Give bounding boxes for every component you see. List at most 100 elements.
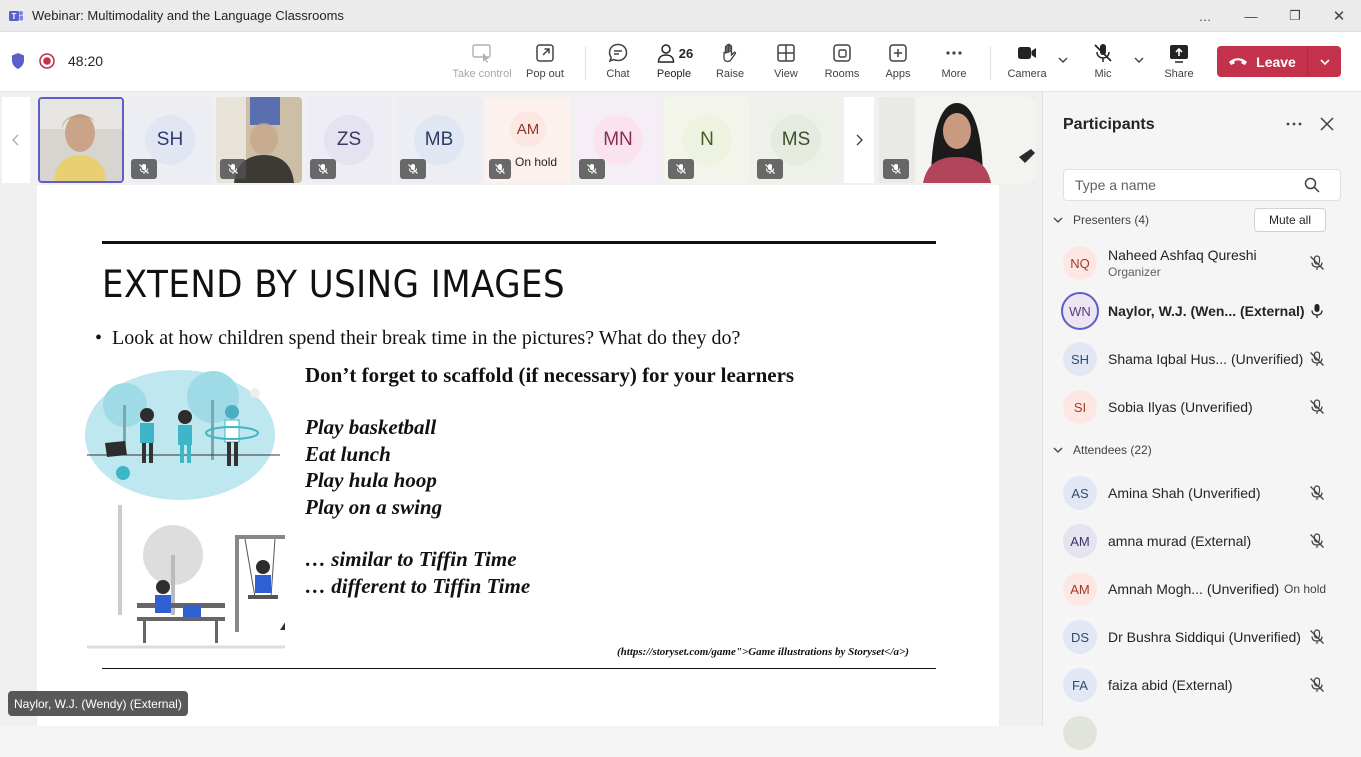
participant-row[interactable]: WN Naylor, W.J. (Wen... (External) xyxy=(1043,287,1361,335)
mic-off-icon xyxy=(1307,675,1327,695)
leave-button[interactable]: Leave xyxy=(1217,46,1341,77)
close-window-button[interactable]: ✕ xyxy=(1317,0,1361,32)
participant-tile-ms[interactable]: MS xyxy=(753,97,839,183)
leave-options-chevron-icon[interactable] xyxy=(1307,46,1341,77)
apps-label: Apps xyxy=(885,68,911,80)
children-playing-illustration xyxy=(85,370,285,649)
raise-hand-icon xyxy=(723,43,737,63)
participant-video xyxy=(40,99,122,181)
activity-list: Play basketball Eat lunch Play hula hoop… xyxy=(305,414,442,520)
people-icon xyxy=(657,44,675,63)
mute-all-button[interactable]: Mute all xyxy=(1254,208,1326,232)
participant-name: faiza abid (External) xyxy=(1108,677,1233,693)
view-button[interactable]: View xyxy=(756,42,816,88)
share-screen-icon xyxy=(1170,45,1188,63)
participant-avatar: SH xyxy=(1063,342,1097,376)
camera-label: Camera xyxy=(1007,68,1047,80)
attendees-label: Attendees (22) xyxy=(1073,443,1152,457)
slide-bullet: • Look at how children spend their break… xyxy=(95,327,741,349)
svg-text:T: T xyxy=(12,12,17,21)
chat-button[interactable]: Chat xyxy=(588,42,648,88)
raise-label: Raise xyxy=(715,68,745,80)
participant-avatar: AM xyxy=(1063,524,1097,558)
more-button[interactable]: More xyxy=(924,42,984,88)
rooms-button[interactable]: Rooms xyxy=(812,42,872,88)
slide-top-rule xyxy=(102,241,936,244)
attendees-section-toggle[interactable]: Attendees (22) xyxy=(1051,443,1152,457)
window-more-button[interactable]: … xyxy=(1183,0,1227,32)
meeting-timer: 48:20 xyxy=(68,53,104,69)
participants-panel: Participants Presenters (4) Mute all NQ … xyxy=(1042,92,1361,750)
participant-avatar: AM xyxy=(510,111,546,147)
apps-plus-icon xyxy=(889,44,907,62)
mic-off-icon xyxy=(1307,349,1327,369)
slide-title: EXTEND BY USING IMAGES xyxy=(102,263,566,306)
participant-row[interactable]: AM Amnah Mogh... (Unverified) On hold xyxy=(1043,565,1361,613)
participant-row[interactable]: SI Sobia Ilyas (Unverified) xyxy=(1043,383,1361,431)
leave-main[interactable]: Leave xyxy=(1217,46,1307,77)
mic-label: Mic xyxy=(1094,68,1112,80)
take-control-button[interactable]: Take control xyxy=(452,42,512,88)
shield-icon[interactable] xyxy=(10,52,26,70)
on-hold-status: On hold xyxy=(1284,582,1327,596)
participant-avatar: MB xyxy=(414,115,464,165)
strip-next-button[interactable] xyxy=(844,97,874,183)
participant-avatar: NQ xyxy=(1063,246,1097,280)
hang-up-icon xyxy=(1229,57,1248,65)
panel-more-options-button[interactable] xyxy=(1283,112,1305,136)
mic-button[interactable]: Mic xyxy=(1073,42,1133,88)
mic-options-chevron-icon[interactable] xyxy=(1133,54,1145,69)
muted-mic-icon xyxy=(757,159,783,179)
participant-search-input[interactable] xyxy=(1064,177,1304,193)
raise-hand-button[interactable]: Raise xyxy=(700,42,760,88)
participant-row[interactable]: NQ Naheed Ashfaq Qureshi Organizer xyxy=(1043,239,1361,287)
participant-tile-zs[interactable]: ZS xyxy=(306,97,392,183)
chevron-down-icon xyxy=(1051,215,1065,225)
muted-mic-icon xyxy=(579,159,605,179)
camera-button[interactable]: Camera xyxy=(997,42,1057,88)
activity-item: Play basketball xyxy=(305,415,437,439)
mic-off-icon xyxy=(1307,397,1327,417)
participant-tile-mn[interactable]: MN xyxy=(575,97,661,183)
take-control-label: Take control xyxy=(452,68,512,80)
participant-tile-n[interactable]: N xyxy=(664,97,750,183)
participant-tile-sh[interactable]: SH xyxy=(127,97,213,183)
on-hold-status: On hold xyxy=(515,155,558,169)
presenters-section-toggle[interactable]: Presenters (4) xyxy=(1051,213,1149,227)
rooms-icon xyxy=(833,44,851,62)
participant-name: Naylor, W.J. (Wen... (External) xyxy=(1108,303,1305,319)
presenter-video-tile[interactable] xyxy=(879,97,1035,183)
participant-tile-mb[interactable]: MB xyxy=(396,97,482,183)
restore-button[interactable]: ❐ xyxy=(1273,0,1317,32)
mic-off-icon xyxy=(1307,531,1327,551)
minimize-button[interactable]: — xyxy=(1229,0,1273,32)
share-button[interactable]: Share xyxy=(1149,42,1209,88)
participant-tile-am[interactable]: AM On hold xyxy=(485,97,571,183)
pop-out-button[interactable]: Pop out xyxy=(515,42,575,88)
mic-on-icon xyxy=(1307,301,1327,321)
participant-row[interactable]: AM amna murad (External) xyxy=(1043,517,1361,565)
comparison-item: … different to Tiffin Time xyxy=(305,573,531,598)
camera-options-chevron-icon[interactable] xyxy=(1057,54,1069,69)
people-button[interactable]: 26 People xyxy=(644,42,704,94)
apps-button[interactable]: Apps xyxy=(868,42,928,88)
participant-avatar: SH xyxy=(145,115,195,165)
participant-search[interactable] xyxy=(1063,169,1341,201)
more-dots-icon xyxy=(946,51,962,55)
video-tile[interactable] xyxy=(38,97,124,183)
strip-prev-button[interactable] xyxy=(2,97,30,183)
participant-name: Amina Shah (Unverified) xyxy=(1108,485,1261,501)
search-icon xyxy=(1304,177,1320,193)
participant-avatar: AM xyxy=(1063,572,1097,606)
people-count: 26 xyxy=(678,45,694,61)
close-panel-button[interactable] xyxy=(1315,112,1339,136)
window-title: Webinar: Multimodality and the Language … xyxy=(32,8,344,23)
participant-row[interactable]: FA faiza abid (External) xyxy=(1043,661,1361,709)
participant-avatar xyxy=(1063,716,1097,750)
participant-row-partial[interactable] xyxy=(1043,709,1361,757)
participant-row[interactable]: AS Amina Shah (Unverified) xyxy=(1043,469,1361,517)
participant-row[interactable]: DS Dr Bushra Siddiqui (Unverified) xyxy=(1043,613,1361,661)
take-control-icon xyxy=(472,44,491,63)
participant-row[interactable]: SH Shama Iqbal Hus... (Unverified) xyxy=(1043,335,1361,383)
video-tile[interactable] xyxy=(216,97,302,183)
